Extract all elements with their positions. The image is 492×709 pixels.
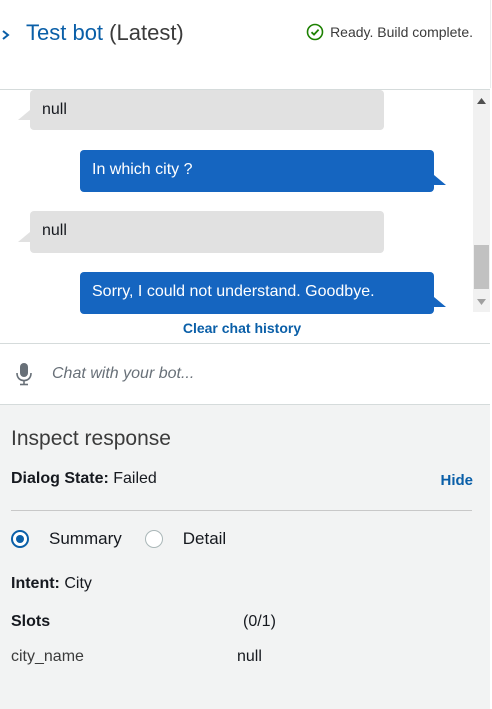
inspect-response-panel: Inspect response Dialog State: Failed Hi… [0,405,490,709]
build-status: Ready. Build complete. [306,23,473,41]
bot-message: null [30,90,384,130]
scrollbar-thumb[interactable] [474,245,489,289]
bot-title: Test bot (Latest) [26,19,184,47]
intent-label: Intent: [11,575,60,592]
view-radio-group: Summary Detail [11,529,226,549]
intent-value: City [64,575,92,592]
slot-name: city_name [11,648,84,665]
hide-link[interactable]: Hide [440,472,473,489]
bot-message: null [30,211,384,253]
inspect-response-title: Inspect response [11,427,171,450]
dialog-state: Dialog State: Failed [11,470,157,488]
bot-version: (Latest) [109,20,184,45]
bot-name: Test bot [26,20,104,45]
chevron-right-icon[interactable] [0,26,14,44]
summary-option[interactable]: Summary [11,529,122,549]
inspect-divider [11,510,472,511]
dialog-state-value: Failed [113,470,157,487]
chat-input[interactable] [52,358,472,390]
detail-label: Detail [182,529,227,548]
clear-chat-history-link[interactable]: Clear chat history [0,320,472,336]
scroll-down-arrow-icon[interactable] [473,293,490,310]
user-bubble-tail [434,175,446,185]
user-bubble-tail [434,297,446,307]
chat-history[interactable]: null In which city ? null Sorry, I could… [0,90,472,344]
slots-count: (0/1) [243,613,276,630]
detail-radio[interactable] [144,530,163,548]
user-message: In which city ? [80,150,434,192]
summary-radio[interactable] [11,530,29,548]
scroll-up-arrow-icon[interactable] [473,92,490,109]
chat-input-row [0,344,490,404]
check-circle-icon [306,23,324,41]
chat-scrollbar[interactable] [473,90,490,312]
microphone-icon[interactable] [15,362,33,386]
detail-option[interactable]: Detail [144,529,227,549]
bot-bubble-tail [18,232,30,242]
slot-value: null [237,648,262,665]
intent-row: Intent: City [11,575,92,593]
bot-bubble-tail [18,110,30,120]
build-status-text: Ready. Build complete. [330,24,473,40]
summary-label: Summary [49,529,122,548]
slots-label: Slots [11,613,51,630]
user-message: Sorry, I could not understand. Goodbye. [80,272,434,314]
dialog-state-label: Dialog State: [11,470,109,487]
test-bot-header: Test bot (Latest) Ready. Build complete. [0,0,491,88]
